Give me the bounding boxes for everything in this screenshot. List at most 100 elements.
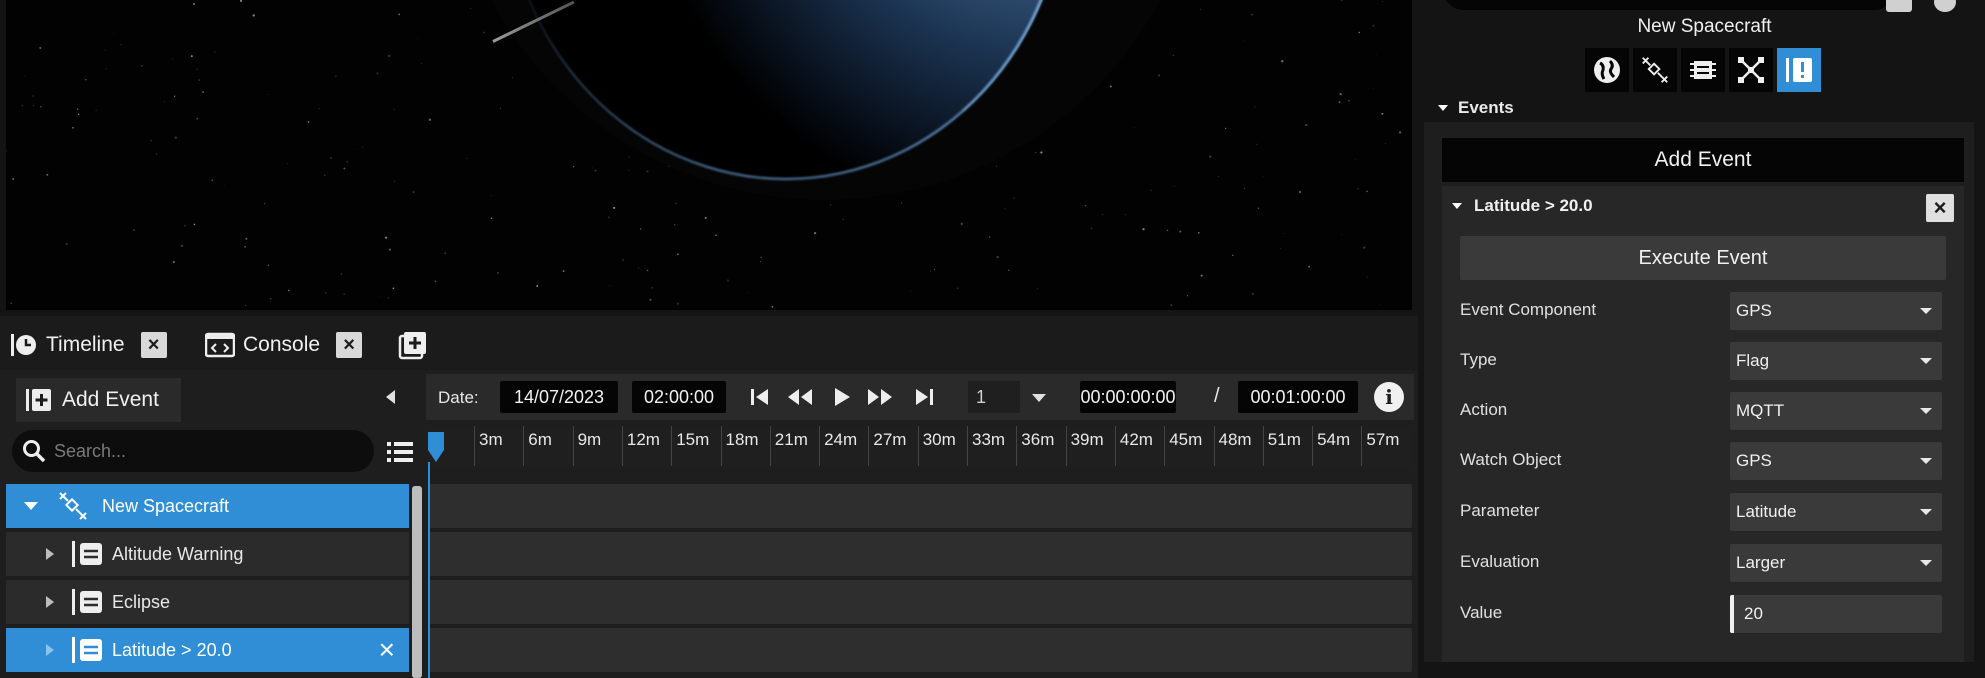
play-icon[interactable]: [828, 384, 856, 410]
ruler-tick: 18m: [720, 426, 759, 466]
speed-dropdown-icon[interactable]: [1032, 394, 1046, 402]
search-input[interactable]: [54, 440, 354, 462]
ruler-tick: 27m: [868, 426, 906, 466]
search-box[interactable]: [12, 430, 374, 472]
collapse-event-icon[interactable]: [1452, 203, 1462, 209]
ruler-tick: 48m: [1213, 426, 1252, 466]
clock-icon: [8, 330, 38, 360]
prop-label: Action: [1460, 400, 1508, 419]
timeline-toolbar: Date: 14/07/2023 02:00:00 1 00:00:00:00 …: [426, 374, 1414, 420]
timeline-ruler[interactable]: 3m 6m 9m 12m 15m 18m 21m 24m 27m 30m 33m 36m 39m 42m 4…: [426, 426, 1414, 466]
add-event-button[interactable]: Add Event: [1442, 138, 1964, 182]
ruler-tick: 30m: [917, 426, 956, 466]
watch-object-select[interactable]: GPS: [1730, 442, 1942, 480]
menu-icon[interactable]: [1886, 0, 1912, 12]
ruler-tick: 12m: [621, 426, 660, 466]
expand-icon[interactable]: [46, 644, 54, 656]
value-input[interactable]: 20: [1730, 595, 1942, 633]
tab-timeline-label: Timeline: [46, 333, 125, 356]
collapse-section-icon[interactable]: [1438, 105, 1448, 111]
parameter-select[interactable]: Latitude: [1730, 493, 1942, 531]
tab-timeline[interactable]: Timeline ×: [8, 328, 167, 362]
info-icon[interactable]: i: [1374, 382, 1404, 412]
type-select[interactable]: Flag: [1730, 342, 1942, 380]
timeline-track[interactable]: [428, 532, 1412, 576]
tree-item-event[interactable]: Eclipse: [6, 580, 409, 624]
speed-select[interactable]: 1: [968, 381, 1020, 413]
select-value: GPS: [1736, 301, 1772, 320]
ruler-tick: 39m: [1065, 426, 1104, 466]
expand-icon[interactable]: [46, 548, 54, 560]
event-icon: [72, 589, 102, 615]
event-title: Latitude > 20.0: [1474, 196, 1593, 215]
prop-label: Parameter: [1460, 501, 1540, 520]
chevron-down-icon: [1920, 358, 1932, 364]
current-time-field[interactable]: 00:00:00:00: [1080, 381, 1176, 413]
skip-to-start-icon[interactable]: [746, 384, 774, 410]
close-console-tab-icon[interactable]: ×: [336, 332, 363, 358]
add-tab-icon[interactable]: [398, 330, 428, 360]
collapse-panel-icon[interactable]: [386, 390, 395, 404]
tree-scrollbar[interactable]: [412, 486, 422, 678]
ruler-tick: 3m: [474, 426, 503, 466]
ruler-tick: 36m: [1016, 426, 1054, 466]
events-icon[interactable]: [1777, 48, 1821, 92]
chevron-down-icon: [1920, 458, 1932, 464]
close-timeline-tab-icon[interactable]: ×: [140, 332, 167, 358]
event-card: Latitude > 20.0 × Execute Event Event Co…: [1442, 186, 1964, 662]
events-section-header[interactable]: Events: [1438, 96, 1978, 120]
object-name-field[interactable]: [1444, 0, 1894, 10]
tab-console[interactable]: Console ×: [205, 328, 363, 362]
chevron-down-icon: [1920, 408, 1932, 414]
rewind-icon[interactable]: [786, 384, 814, 410]
search-icon: [23, 440, 46, 463]
remove-event-icon[interactable]: ×: [1926, 194, 1954, 222]
expand-icon[interactable]: [24, 502, 38, 510]
time-field[interactable]: 02:00:00: [632, 381, 726, 413]
add-event-icon: [26, 389, 51, 411]
chip-icon[interactable]: [1681, 48, 1725, 92]
ruler-tick: 24m: [819, 426, 857, 466]
execute-event-button[interactable]: Execute Event: [1460, 236, 1946, 280]
chevron-down-icon: [1920, 560, 1932, 566]
prop-watch-object: Watch Object GPS: [1460, 440, 1946, 480]
timeline-track[interactable]: [428, 580, 1412, 624]
add-event-button[interactable]: Add Event: [16, 378, 181, 422]
events-section: Add Event Latitude > 20.0 × Execute Even…: [1424, 122, 1974, 662]
tree-item-label: Eclipse: [112, 591, 171, 612]
prop-evaluation: Evaluation Larger: [1460, 542, 1946, 582]
expand-icon[interactable]: [46, 596, 54, 608]
satellite-icon: [59, 492, 87, 520]
help-icon[interactable]: [1934, 0, 1956, 12]
end-time-field[interactable]: 00:01:00:00: [1238, 381, 1358, 413]
prop-label: Type: [1460, 350, 1497, 369]
event-component-select[interactable]: GPS: [1730, 292, 1942, 330]
list-view-icon[interactable]: [386, 438, 414, 466]
date-field[interactable]: 14/07/2023: [500, 381, 618, 413]
tree-item-spacecraft[interactable]: New Spacecraft: [6, 484, 409, 528]
skip-to-end-icon[interactable]: [910, 384, 938, 410]
satellite-icon[interactable]: [1633, 48, 1677, 92]
evaluation-select[interactable]: Larger: [1730, 544, 1942, 582]
select-value: MQTT: [1736, 401, 1785, 420]
tab-console-label: Console: [243, 333, 321, 356]
tree-item-label: New Spacecraft: [102, 495, 230, 516]
tree-item-event[interactable]: Latitude > 20.0 ×: [6, 628, 409, 672]
delete-event-icon[interactable]: ×: [379, 636, 395, 664]
timeline-track[interactable]: [428, 628, 1412, 672]
event-icon: [72, 637, 102, 663]
tree-item-label: Latitude > 20.0: [112, 639, 232, 660]
time-separator: /: [1214, 385, 1220, 407]
prop-label: Evaluation: [1460, 552, 1540, 571]
globe-icon[interactable]: [1585, 48, 1629, 92]
3d-viewport[interactable]: [6, 0, 1412, 310]
network-icon[interactable]: [1729, 48, 1773, 92]
fast-forward-icon[interactable]: [866, 384, 894, 410]
tree-item-event[interactable]: Altitude Warning: [6, 532, 409, 576]
event-header[interactable]: Latitude > 20.0: [1452, 196, 1593, 216]
console-icon: [205, 330, 235, 360]
action-select[interactable]: MQTT: [1730, 392, 1942, 430]
timeline-track[interactable]: [428, 484, 1412, 528]
ruler-tick: 15m: [671, 426, 709, 466]
component-toolbar: [1585, 48, 1821, 92]
